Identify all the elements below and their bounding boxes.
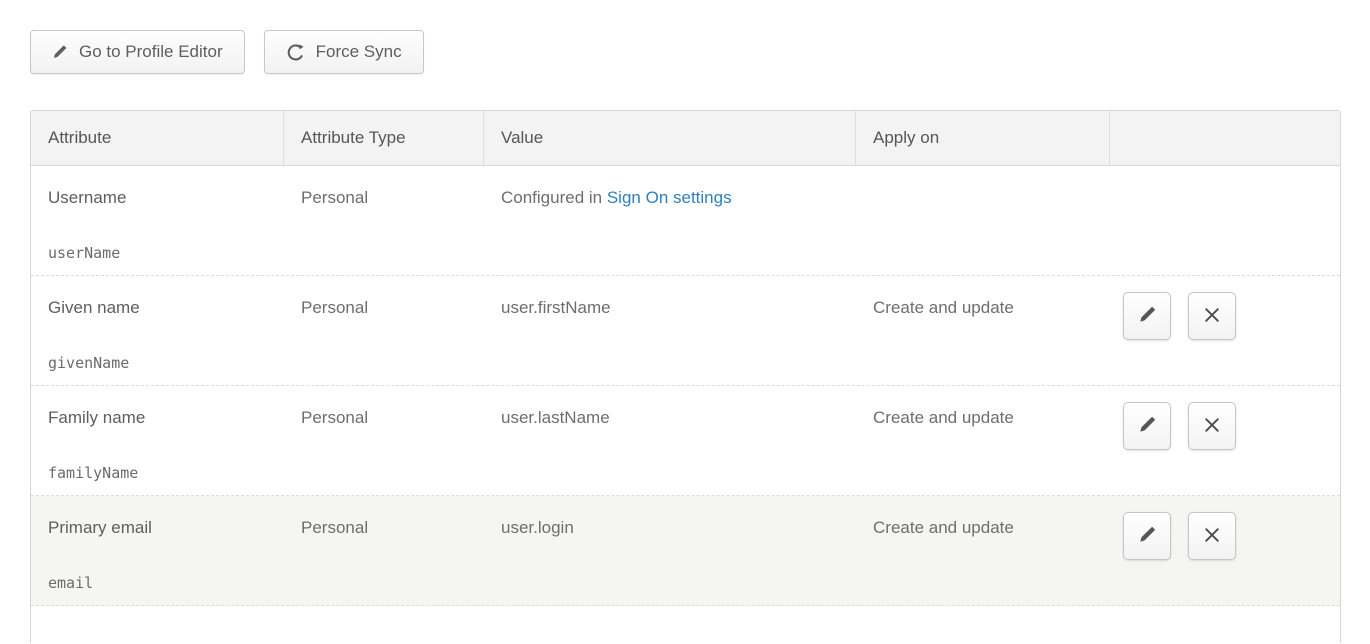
table-row: Family name familyName Personal user.las… xyxy=(31,386,1340,496)
attribute-name: familyName xyxy=(48,463,276,483)
column-header-actions xyxy=(1110,111,1340,165)
apply-on-cell xyxy=(856,166,1110,275)
attribute-label: Given name xyxy=(48,297,276,318)
value-cell: user.lastName xyxy=(484,386,856,495)
attribute-type-cell: Personal xyxy=(284,276,484,385)
remove-attribute-button[interactable] xyxy=(1188,402,1236,450)
attribute-value: user.lastName xyxy=(501,408,610,427)
attribute-label: Primary email xyxy=(48,517,276,538)
apply-on: Create and update xyxy=(873,518,1014,537)
go-to-profile-editor-label: Go to Profile Editor xyxy=(79,42,223,62)
remove-attribute-button[interactable] xyxy=(1188,512,1236,560)
attribute-type-cell: Personal xyxy=(284,496,484,605)
attribute-cell: Family name familyName xyxy=(31,386,284,495)
attribute-type-cell: Personal xyxy=(284,166,484,275)
value-cell: user.login xyxy=(484,496,856,605)
edit-attribute-button[interactable] xyxy=(1123,402,1171,450)
value-cell: user.firstName xyxy=(484,276,856,385)
attribute-mappings-table: Attribute Attribute Type Value Apply on … xyxy=(30,110,1341,643)
table-body: Username userName Personal Configured in… xyxy=(31,166,1340,643)
attribute-cell: Primary email email xyxy=(31,496,284,605)
attribute-type: Personal xyxy=(301,518,368,537)
attribute-cell: Given name givenName xyxy=(31,276,284,385)
attribute-type: Personal xyxy=(301,188,368,207)
table-row: Given name givenName Personal user.first… xyxy=(31,276,1340,386)
pencil-icon xyxy=(1138,525,1157,547)
apply-on-cell: Create and update xyxy=(856,386,1110,495)
x-icon xyxy=(1203,526,1221,547)
attribute-label: Family name xyxy=(48,407,276,428)
attribute-value: user.firstName xyxy=(501,298,611,317)
attribute-label: Username xyxy=(48,187,276,208)
apply-on-cell: Create and update xyxy=(856,276,1110,385)
column-header-apply-on: Apply on xyxy=(856,111,1110,165)
x-icon xyxy=(1203,416,1221,437)
apply-on: Create and update xyxy=(873,408,1014,427)
table-row-partial xyxy=(31,606,1340,643)
value-cell: Configured in Sign On settings xyxy=(484,166,856,275)
column-header-attribute-type: Attribute Type xyxy=(284,111,484,165)
pencil-icon xyxy=(1138,415,1157,437)
column-header-attribute: Attribute xyxy=(31,111,284,165)
attribute-type: Personal xyxy=(301,298,368,317)
attribute-name: email xyxy=(48,573,276,593)
row-actions xyxy=(1110,496,1340,605)
column-header-value: Value xyxy=(484,111,856,165)
go-to-profile-editor-button[interactable]: Go to Profile Editor xyxy=(30,30,245,74)
toolbar: Go to Profile Editor Force Sync xyxy=(30,30,424,74)
attribute-name: userName xyxy=(48,243,276,263)
attribute-cell: Username userName xyxy=(31,166,284,275)
table-row: Primary email email Personal user.login … xyxy=(31,496,1340,606)
attribute-type-cell: Personal xyxy=(284,386,484,495)
sign-on-settings-link[interactable]: Sign On settings xyxy=(607,188,732,207)
edit-attribute-button[interactable] xyxy=(1123,512,1171,560)
force-sync-button[interactable]: Force Sync xyxy=(264,30,424,74)
pencil-icon xyxy=(52,44,68,60)
remove-attribute-button[interactable] xyxy=(1188,292,1236,340)
pencil-icon xyxy=(1138,305,1157,327)
attribute-type: Personal xyxy=(301,408,368,427)
edit-attribute-button[interactable] xyxy=(1123,292,1171,340)
row-actions xyxy=(1110,276,1340,385)
apply-on: Create and update xyxy=(873,298,1014,317)
attribute-value: user.login xyxy=(501,518,574,537)
page: Go to Profile Editor Force Sync Attribut… xyxy=(0,0,1370,644)
attribute-value: Configured in xyxy=(501,188,607,207)
apply-on-cell: Create and update xyxy=(856,496,1110,605)
row-actions xyxy=(1110,386,1340,495)
table-header: Attribute Attribute Type Value Apply on xyxy=(31,111,1340,166)
attribute-name: givenName xyxy=(48,353,276,373)
x-icon xyxy=(1203,306,1221,327)
force-sync-label: Force Sync xyxy=(316,42,402,62)
sync-icon xyxy=(286,43,305,62)
table-row: Username userName Personal Configured in… xyxy=(31,166,1340,276)
